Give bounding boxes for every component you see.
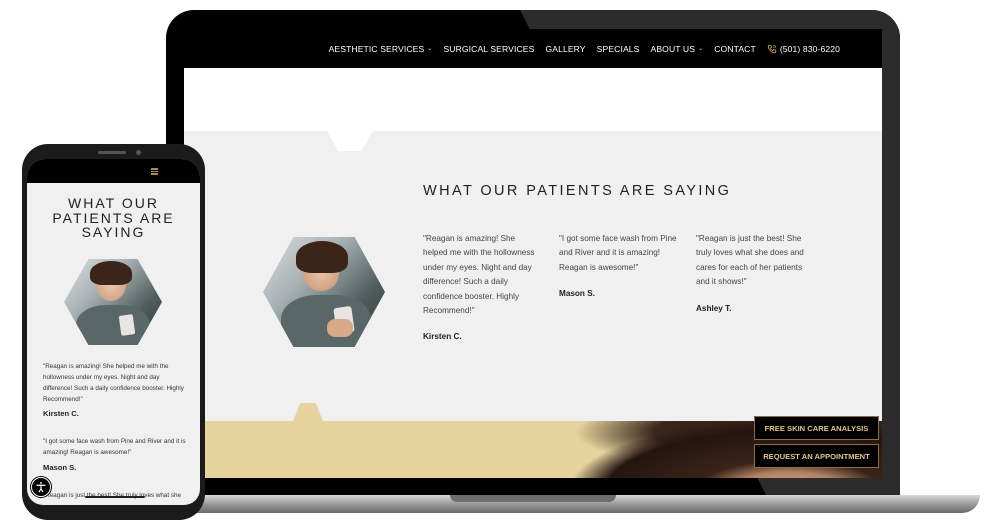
title-line: PATIENTS ARE — [52, 209, 175, 226]
nav-label: GALLERY — [545, 43, 586, 54]
home-indicator — [85, 496, 145, 498]
free-skin-care-analysis-button[interactable]: FREE SKIN CARE ANALYSIS — [754, 416, 879, 440]
phone-speaker — [98, 151, 126, 154]
nav-aesthetic-services[interactable]: AESTHETIC SERVICES ⌄ — [329, 44, 433, 54]
nav-label: ABOUT US — [650, 43, 696, 54]
testimonial-author: Mason S. — [43, 463, 77, 472]
laptop-hinge-notch — [450, 495, 616, 502]
phone-camera — [136, 150, 141, 155]
hamburger-menu-icon[interactable] — [151, 168, 158, 175]
testimonials-title: WHAT OUR PATIENTS ARE SAYING — [423, 183, 732, 199]
testimonial-author: Kirsten C. — [423, 332, 462, 342]
nav-phone-link[interactable]: (501) 830-6220 — [767, 44, 840, 54]
testimonial-quote: "I got some face wash from Pine and Rive… — [559, 234, 677, 272]
testimonial-quote: "I got some face wash from Pine and Rive… — [43, 438, 186, 456]
hero-white-band — [184, 68, 882, 131]
nav-label: CONTACT — [714, 43, 756, 54]
phone-screen: WHAT OUR PATIENTS ARE SAYING "Reagan is … — [27, 159, 200, 505]
testimonial-quote: "Reagan is amazing! She helped me with t… — [43, 363, 184, 403]
mobile-header — [27, 159, 200, 183]
chevron-down-icon: ⌄ — [427, 46, 433, 52]
nav-gallery[interactable]: GALLERY — [545, 44, 585, 54]
phone-icon — [767, 44, 776, 53]
patient-hexagon-photo — [263, 237, 385, 347]
chevron-down-icon: ⌄ — [698, 46, 704, 52]
patient-hexagon-photo — [64, 259, 162, 345]
testimonial-card: "Reagan is just the best! She truly love… — [696, 232, 814, 316]
section-divider-notch — [293, 403, 323, 421]
testimonial-author: Kirsten C. — [43, 409, 79, 418]
testimonial-author: Ashley T. — [696, 303, 732, 313]
testimonial-card: "Reagan is amazing! She helped me with t… — [423, 232, 541, 345]
mobile-testimonials-title: WHAT OUR PATIENTS ARE SAYING — [27, 196, 200, 240]
testimonial-quote: "Reagan is amazing! She helped me with t… — [423, 234, 535, 316]
section-divider-notch — [327, 131, 373, 151]
nav-label: SURGICAL SERVICES — [443, 43, 535, 54]
laptop-screen: AESTHETIC SERVICES ⌄ SURGICAL SERVICES G… — [184, 29, 882, 478]
nav-label: SPECIALS — [596, 43, 640, 54]
title-line: WHAT OUR — [68, 195, 159, 211]
nav-label: AESTHETIC SERVICES — [328, 43, 425, 54]
testimonial-author: Mason S. — [559, 289, 595, 299]
testimonial-card: "I got some face wash from Pine and Rive… — [559, 232, 677, 302]
accessibility-button[interactable] — [31, 477, 51, 497]
request-appointment-button[interactable]: REQUEST AN APPOINTMENT — [754, 444, 879, 468]
nav-about-us[interactable]: ABOUT US ⌄ — [651, 44, 704, 54]
phone-number: (501) 830-6220 — [779, 43, 840, 54]
accessibility-icon — [36, 481, 46, 493]
title-line: SAYING — [81, 224, 146, 240]
nav-surgical-services[interactable]: SURGICAL SERVICES — [443, 44, 534, 54]
testimonial-quote: "Reagan is just the best! She truly love… — [696, 234, 804, 287]
main-nav: AESTHETIC SERVICES ⌄ SURGICAL SERVICES G… — [184, 29, 882, 68]
nav-specials[interactable]: SPECIALS — [597, 44, 640, 54]
nav-contact[interactable]: CONTACT — [714, 44, 756, 54]
